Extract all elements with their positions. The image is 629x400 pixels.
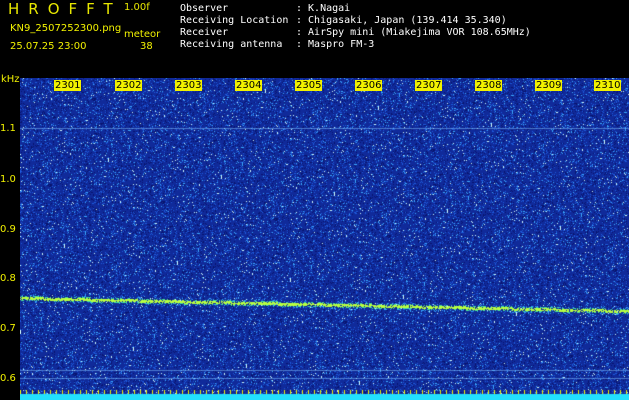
x-tick-label: 2306 — [355, 80, 383, 91]
app-brand: HROFFT — [8, 0, 122, 18]
info-label-location: Receiving Location — [180, 15, 289, 26]
y-tick-label: 1.1 — [0, 123, 16, 134]
x-tick-label: 2303 — [175, 80, 203, 91]
timestamp: 25.07.25 23:00 — [10, 41, 87, 52]
y-tick-label: 0.9 — [0, 224, 16, 235]
y-tick-label: 0.8 — [0, 273, 16, 284]
x-tick-label: 2301 — [54, 80, 82, 91]
info-value-location: : Chigasaki, Japan (139.414 35.340) — [296, 15, 507, 26]
x-tick-label: 2307 — [415, 80, 443, 91]
header-panel: HROFFT 1.00f KN9_2507252300.png 25.07.25… — [0, 0, 629, 78]
x-tick-label: 2308 — [475, 80, 503, 91]
info-label-observer: Observer — [180, 3, 229, 14]
x-tick-label: 2302 — [115, 80, 143, 91]
info-label-receiver: Receiver — [180, 27, 229, 38]
x-tick-label: 2309 — [535, 80, 563, 91]
y-axis: 1.1 1.0 0.9 0.8 0.7 0.6 — [0, 78, 20, 400]
info-value-observer: : K.Nagai — [296, 3, 351, 14]
meteor-label: meteor — [124, 29, 161, 40]
x-tick-label: 2305 — [295, 80, 323, 91]
y-tick-label: 1.0 — [0, 174, 16, 185]
file-name: KN9_2507252300.png — [10, 23, 122, 34]
x-tick-label: 2304 — [235, 80, 263, 91]
app-version: 1.00f — [124, 2, 150, 13]
y-tick-label: 0.6 — [0, 373, 16, 384]
info-label-antenna: Receiving antenna — [180, 39, 283, 50]
spectrogram-plot — [20, 78, 629, 400]
info-value-receiver: : AirSpy mini (Miakejima VOR 108.65MHz) — [296, 27, 531, 38]
y-tick-label: 0.7 — [0, 323, 16, 334]
info-value-antenna: : Maspro FM-3 — [296, 39, 375, 50]
meteor-count: 38 — [140, 41, 153, 52]
x-tick-label: 2310 — [594, 80, 622, 91]
